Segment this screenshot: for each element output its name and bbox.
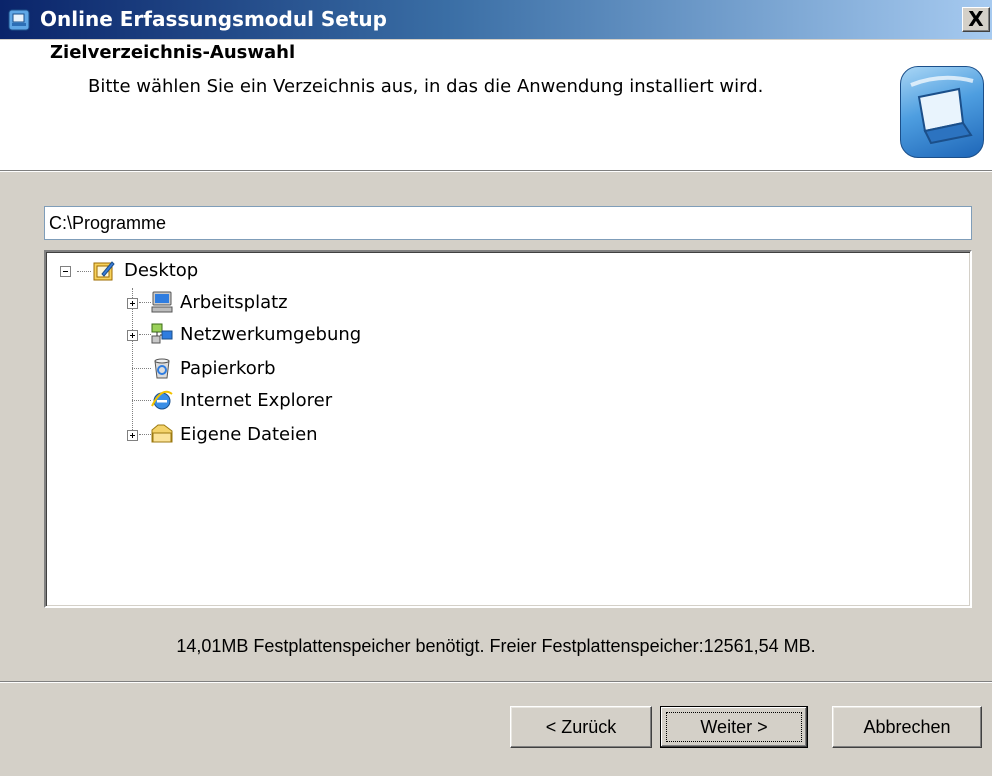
internet-explorer-icon [151, 390, 173, 410]
directory-tree[interactable]: Desktop Arbeitsplatz Netzwerkumgebung Pa… [44, 250, 972, 608]
tree-item-eigene-dateien[interactable]: Eigene Dateien [46, 420, 346, 450]
collapse-icon[interactable] [60, 266, 71, 277]
expand-icon[interactable] [127, 298, 138, 309]
tree-item-netzwerkumgebung[interactable]: Netzwerkumgebung [46, 320, 361, 350]
network-icon [151, 323, 173, 344]
header-divider-highlight [0, 171, 992, 172]
tree-item-internet-explorer[interactable]: Internet Explorer [46, 386, 346, 416]
computer-icon [151, 291, 173, 313]
back-button[interactable]: < Zurück [510, 706, 652, 748]
next-button[interactable]: Weiter > [660, 706, 808, 748]
tree-item-papierkorb[interactable]: Papierkorb [46, 354, 346, 384]
focus-indicator [666, 712, 802, 742]
tree-label: Papierkorb [180, 358, 276, 379]
expand-icon[interactable] [127, 430, 138, 441]
close-button[interactable]: X [962, 7, 990, 32]
tree-label: Netzwerkumgebung [180, 324, 362, 345]
title-bar: Online Erfassungsmodul Setup X [0, 0, 992, 40]
footer-divider-highlight [0, 682, 992, 683]
installer-logo-icon [900, 66, 984, 158]
tree-item-desktop[interactable]: Desktop [46, 256, 346, 286]
tree-label: Desktop [124, 260, 199, 281]
window-title: Online Erfassungsmodul Setup [40, 7, 387, 31]
page-title: Zielverzeichnis-Auswahl [50, 42, 296, 63]
tree-item-arbeitsplatz[interactable]: Arbeitsplatz [46, 288, 346, 318]
recycle-bin-icon [154, 358, 170, 379]
tree-label: Eigene Dateien [180, 424, 318, 445]
disk-space-info: 14,01MB Festplattenspeicher benötigt. Fr… [176, 636, 816, 656]
expand-icon[interactable] [127, 330, 138, 341]
close-icon: X [968, 7, 984, 31]
setup-app-icon [8, 9, 30, 31]
desktop-icon [93, 261, 115, 281]
folder-icon [151, 424, 173, 443]
install-path-input[interactable] [44, 206, 972, 240]
cancel-button[interactable]: Abbrechen [832, 706, 982, 748]
tree-label: Arbeitsplatz [180, 292, 288, 313]
tree-label: Internet Explorer [180, 390, 333, 411]
page-subtitle: Bitte wählen Sie ein Verzeichnis aus, in… [88, 76, 764, 97]
